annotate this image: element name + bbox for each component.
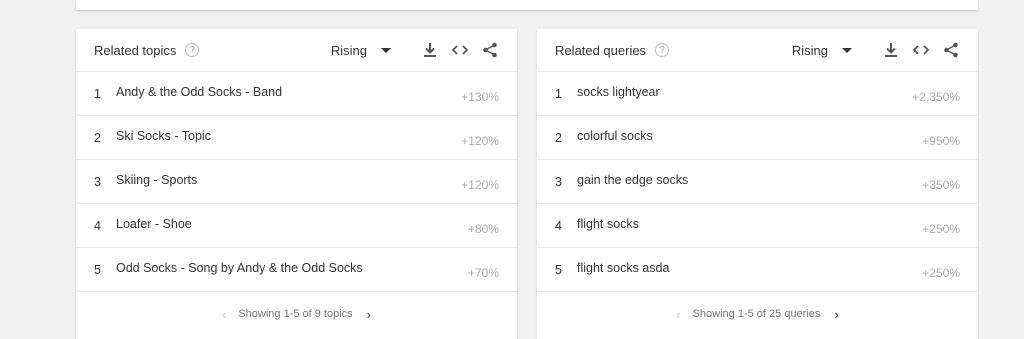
rising-dropdown[interactable]: Rising	[331, 43, 391, 58]
dropdown-value: Rising	[330, 42, 367, 58]
rank: 1	[555, 86, 562, 101]
list-item[interactable]: 5 Odd Socks - Song by Andy & the Odd Soc…	[76, 248, 517, 292]
related-queries-card: Related queries ? Rising 1 socks lightye…	[537, 29, 978, 339]
rise-value: +130%	[461, 89, 499, 104]
card-header: Related queries ? Rising	[537, 29, 978, 72]
list-item[interactable]: 3 gain the edge socks +350%	[537, 160, 978, 204]
rising-dropdown[interactable]: Rising	[792, 43, 852, 58]
rank: 4	[94, 218, 101, 233]
pagination-text: Showing 1-5 of 9 topics	[238, 308, 353, 320]
chevron-right-icon[interactable]: ›	[834, 307, 838, 322]
topic-label: Skiing - Sports	[116, 172, 198, 187]
topic-label: Loafer - Shoe	[116, 216, 192, 231]
help-icon[interactable]: ?	[655, 43, 670, 57]
rise-value: +70%	[467, 265, 499, 280]
related-topics-card: Related topics ? Rising 1 Andy & the Odd…	[76, 29, 517, 339]
list-item[interactable]: 3 Skiing - Sports +120%	[76, 160, 517, 204]
card-title: Related topics	[94, 42, 177, 58]
rank: 3	[94, 174, 101, 189]
query-label: gain the edge socks	[577, 172, 689, 187]
chevron-left-icon[interactable]: ‹	[222, 307, 226, 322]
rank: 5	[94, 262, 101, 277]
embed-code-icon[interactable]	[451, 41, 469, 59]
topic-label: Odd Socks - Song by Andy & the Odd Socks	[116, 260, 363, 275]
topic-label: Ski Socks - Topic	[116, 128, 211, 143]
list-item[interactable]: 4 flight socks +250%	[537, 204, 978, 248]
rise-value: +80%	[467, 221, 499, 236]
dropdown-value: Rising	[791, 42, 828, 58]
topic-label: Andy & the Odd Socks - Band	[116, 84, 283, 99]
chevron-right-icon[interactable]: ›	[367, 307, 371, 322]
rank: 3	[555, 174, 562, 189]
share-icon[interactable]	[942, 41, 960, 59]
chevron-left-icon[interactable]: ‹	[676, 307, 680, 322]
rise-value: +950%	[922, 133, 960, 148]
card-header: Related topics ? Rising	[76, 29, 517, 72]
rank: 2	[94, 130, 101, 145]
list-item[interactable]: 4 Loafer - Shoe +80%	[76, 204, 517, 248]
list-item[interactable]: 2 colorful socks +950%	[537, 116, 978, 160]
query-label: flight socks	[577, 216, 639, 231]
list-item[interactable]: 1 Andy & the Odd Socks - Band +130%	[76, 72, 517, 116]
help-icon[interactable]: ?	[185, 43, 200, 57]
rise-value: +350%	[922, 177, 960, 192]
list-item[interactable]: 5 flight socks asda +250%	[537, 248, 978, 292]
caret-down-icon	[842, 47, 852, 53]
pagination: ‹ Showing 1-5 of 9 topics ›	[76, 292, 517, 336]
embed-code-icon[interactable]	[912, 41, 930, 59]
query-label: colorful socks	[577, 128, 653, 143]
top-card-edge	[76, 0, 978, 10]
query-label: flight socks asda	[577, 260, 670, 275]
list-item[interactable]: 1 socks lightyear +2,350%	[537, 72, 978, 116]
query-label: socks lightyear	[577, 84, 660, 99]
list-item[interactable]: 2 Ski Socks - Topic +120%	[76, 116, 517, 160]
download-icon[interactable]	[882, 41, 900, 59]
share-icon[interactable]	[481, 41, 499, 59]
rank: 5	[555, 262, 562, 277]
pagination-text: Showing 1-5 of 25 queries	[692, 308, 821, 320]
caret-down-icon	[381, 47, 391, 53]
rise-value: +120%	[461, 133, 499, 148]
rise-value: +250%	[922, 221, 960, 236]
card-title: Related queries	[555, 42, 647, 58]
rise-value: +250%	[922, 265, 960, 280]
rank: 4	[555, 218, 562, 233]
pagination: ‹ Showing 1-5 of 25 queries ›	[537, 292, 978, 336]
rank: 1	[94, 86, 101, 101]
rise-value: +120%	[461, 177, 499, 192]
rank: 2	[555, 130, 562, 145]
download-icon[interactable]	[421, 41, 439, 59]
rise-value: +2,350%	[912, 89, 960, 104]
